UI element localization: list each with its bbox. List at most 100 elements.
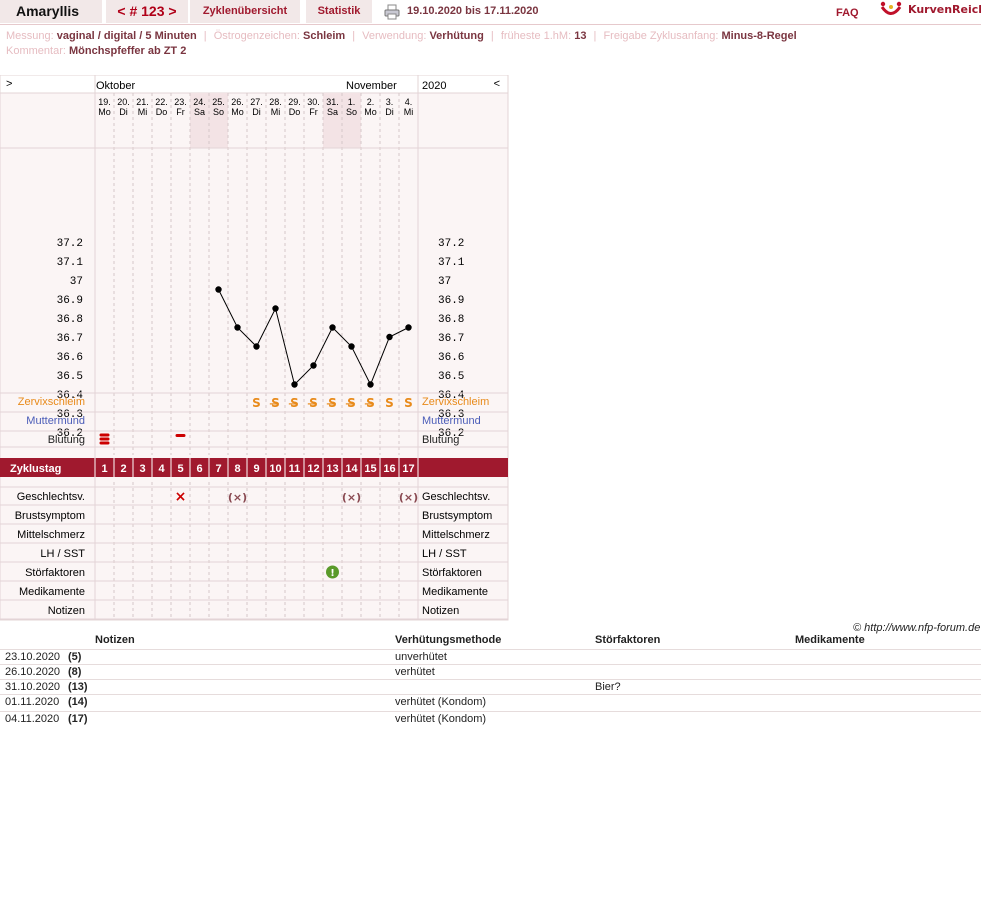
- cycle-day-number: 7: [215, 463, 221, 475]
- temperature-point: [291, 381, 298, 388]
- notes-row: 26.10.2020 (8) verhütet: [0, 664, 981, 680]
- date-label: 30.: [307, 97, 320, 107]
- date-label: 28.: [269, 97, 282, 107]
- note-method: verhütet (Kondom): [395, 713, 487, 725]
- cycle-day-number: 11: [289, 463, 301, 475]
- zyklustag-label: Zyklustag: [10, 463, 61, 475]
- y-tick-right: 37: [438, 276, 451, 288]
- date-label: 20.: [117, 97, 130, 107]
- cycle-day-number: 4: [158, 463, 165, 475]
- y-tick-right: 36.8: [438, 314, 464, 326]
- zervix-symbol: S̶: [345, 396, 356, 410]
- weekday-label: Do: [289, 107, 301, 117]
- y-tick-right: 36.5: [438, 371, 464, 383]
- note-date: 23.10.2020: [5, 651, 61, 663]
- row-label-left-blutung: Blutung: [48, 434, 85, 446]
- row-label-right-lh: LH / SST: [422, 548, 467, 560]
- y-tick-left: 37.2: [57, 238, 83, 250]
- comment-line: Kommentar: Mönchspfeffer ab ZT 2: [6, 45, 186, 57]
- temperature-point: [234, 324, 241, 331]
- zervix-symbol: S̶: [307, 396, 318, 410]
- notes-header-stoer: Störfaktoren: [595, 634, 661, 646]
- print-icon[interactable]: [384, 4, 400, 20]
- weekday-label: Di: [252, 107, 261, 117]
- copyright-note: © http://www.nfp-forum.de: [853, 622, 981, 634]
- y-tick-right: 36.6: [438, 352, 464, 364]
- weekday-label: Sa: [327, 107, 338, 117]
- date-label: 24.: [193, 97, 206, 107]
- row-label-left-lh: LH / SST: [40, 548, 85, 560]
- next-cycle-button[interactable]: >: [168, 3, 176, 19]
- note-cycle-day: (13): [68, 681, 88, 693]
- separator: |: [352, 30, 356, 42]
- y-tick-left: 36.6: [57, 352, 83, 364]
- note-date: 01.11.2020: [5, 696, 60, 708]
- temperature-point: [329, 324, 336, 331]
- cycle-day-number: 5: [177, 463, 183, 475]
- weekday-label: Mo: [98, 107, 111, 117]
- top-bar: Amaryllis < # 123 > Zyklenübersicht Stat…: [0, 0, 981, 25]
- separator: |: [203, 30, 207, 42]
- cycle-day-number: 12: [307, 463, 319, 475]
- logo-text: KurvenReich: [908, 3, 981, 16]
- date-label: 21.: [136, 97, 149, 107]
- cycle-navigator: < # 123 >: [106, 0, 188, 23]
- y-tick-right: 37.2: [438, 238, 464, 250]
- date-label: 1.: [348, 97, 356, 107]
- weekday-label: Mi: [138, 107, 148, 117]
- prev-cycle-button[interactable]: <: [117, 3, 125, 19]
- messung-label: Messung:: [6, 30, 54, 42]
- row-label-right-brust: Brustsymptom: [422, 510, 492, 522]
- note-date: 04.11.2020: [5, 713, 60, 725]
- temperature-point: [253, 343, 260, 350]
- cycle-day-number: 9: [253, 463, 259, 475]
- bleeding-heavy-mark: [99, 441, 110, 445]
- date-label: 22.: [155, 97, 168, 107]
- note-cycle-day: (5): [68, 651, 82, 663]
- y-tick-left: 36.9: [57, 295, 83, 307]
- temperature-point: [215, 286, 222, 293]
- row-label-right-gv: Geschlechtsv.: [422, 491, 490, 503]
- bleeding-heavy-mark: [99, 437, 110, 441]
- row-label-left-zervix: Zervixschleim: [18, 396, 85, 408]
- chart-nav-right: <: [494, 78, 500, 90]
- date-label: 26.: [231, 97, 244, 107]
- temperature-point: [310, 362, 317, 369]
- notes-row: 01.11.2020 (14) verhütet (Kondom): [0, 694, 981, 710]
- date-label: 27.: [250, 97, 263, 107]
- zervix-symbol: S̶: [364, 396, 375, 410]
- cycle-day-number: 15: [364, 463, 376, 475]
- statistics-button[interactable]: Statistik: [306, 0, 372, 23]
- date-label: 19.: [98, 97, 111, 107]
- faq-link[interactable]: FAQ: [836, 2, 859, 25]
- year-label: 2020: [422, 80, 446, 92]
- date-range: 19.10.2020 bis 17.11.2020: [407, 5, 539, 17]
- separator: |: [593, 30, 597, 42]
- logo-icon: [880, 1, 902, 15]
- cycle-info-line: Messung: vaginal / digital / 5 Minuten |…: [6, 30, 797, 42]
- date-label: 31.: [326, 97, 339, 107]
- weekday-label: Fr: [309, 107, 318, 117]
- row-label-left-mittel: Mittelschmerz: [17, 529, 85, 541]
- cycle-overview-button[interactable]: Zyklenübersicht: [190, 0, 300, 23]
- kurvenreich-logo[interactable]: KurvenReich: [880, 0, 981, 22]
- cycle-chart: > < Oktober November 2020 19. Mo 20. Di 21. Mi 22. D…: [0, 75, 510, 623]
- weekday-label: Do: [156, 107, 168, 117]
- cycle-number: # 123: [129, 3, 165, 19]
- weekday-label: Mo: [364, 107, 377, 117]
- kommentar-label: Kommentar:: [6, 45, 66, 57]
- y-tick-left: 37.1: [57, 257, 84, 269]
- zervix-symbol: S: [385, 396, 394, 410]
- cycle-day-number: 14: [345, 463, 358, 475]
- row-label-left-stoer: Störfaktoren: [25, 567, 85, 579]
- zervix-symbol: S̶: [269, 396, 280, 410]
- weekday-label: So: [346, 107, 357, 117]
- zervix-symbol: S: [404, 396, 413, 410]
- note-date: 26.10.2020: [5, 666, 61, 678]
- zervix-symbol: S̶: [288, 396, 299, 410]
- row-label-right-mittel: Mittelschmerz: [422, 529, 490, 541]
- row-label-right-zervix: Zervixschleim: [422, 396, 489, 408]
- weekday-label: Di: [385, 107, 394, 117]
- kommentar-value: Mönchspfeffer ab ZT 2: [68, 45, 187, 57]
- temperature-point: [405, 324, 412, 331]
